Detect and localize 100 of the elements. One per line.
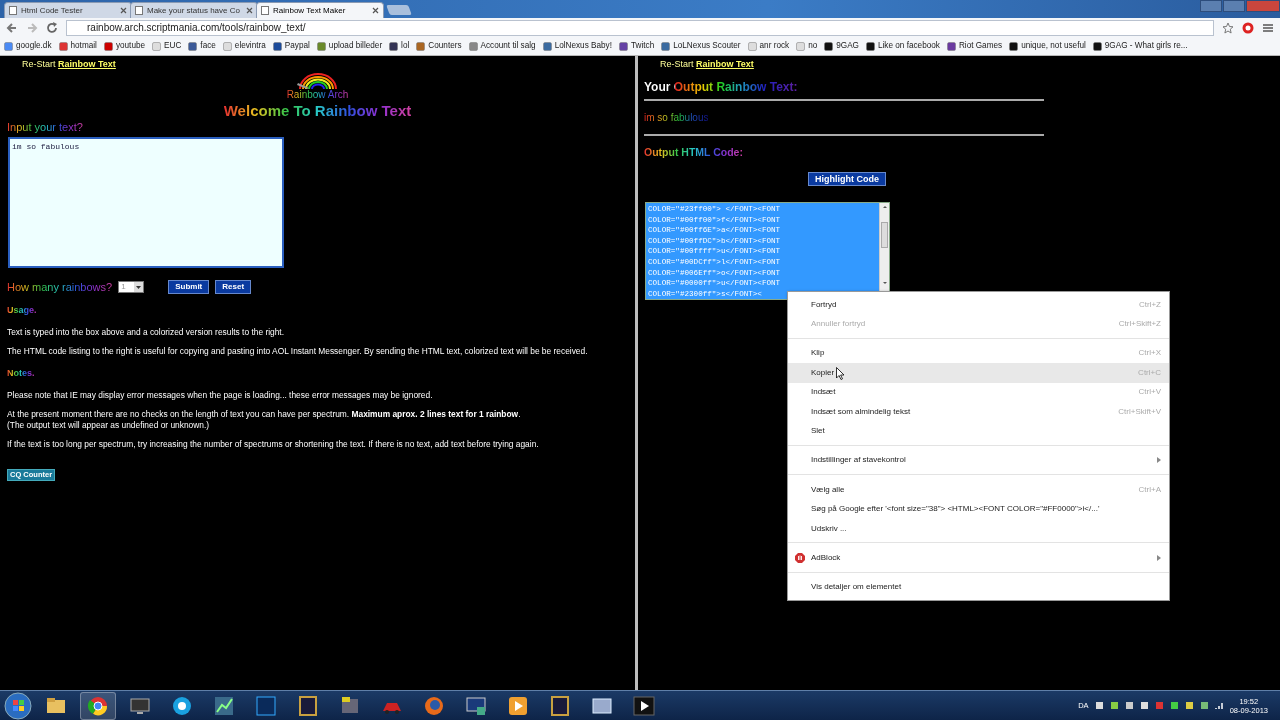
- browser-tab[interactable]: Make your status have Co: [130, 2, 258, 18]
- bookmark-icon: [222, 42, 232, 51]
- bookmark[interactable]: google.dk: [4, 40, 52, 53]
- bookmark-icon: [661, 42, 671, 51]
- screen-icon[interactable]: [465, 694, 487, 717]
- bookmark-icon: [4, 42, 13, 51]
- signal-icon[interactable]: [1214, 701, 1224, 710]
- bookmark-icon: [542, 42, 552, 51]
- bookmark-icon: [747, 42, 757, 51]
- bookmark-icon: [946, 42, 956, 51]
- bookmark[interactable]: Twitch: [619, 40, 655, 53]
- page-icon: [9, 6, 17, 15]
- player-icon[interactable]: [507, 694, 529, 717]
- logo-text: Rainbow Arch: [286, 89, 349, 100]
- bookmark-icon: [103, 42, 113, 51]
- code-heading: Output HTML Code:: [644, 146, 743, 159]
- bookmark-icon: [468, 42, 478, 51]
- bookmark[interactable]: face: [188, 40, 216, 53]
- new-tab-button[interactable]: [386, 5, 412, 15]
- chart-icon[interactable]: [213, 694, 235, 717]
- menu-item[interactable]: Søg på Google efter '<font size="38"> <HTML><FONT COLOR="#FF0000">i</...': [788, 499, 1169, 519]
- menu-item[interactable]: Vælg alle Ctrl+A: [788, 480, 1169, 500]
- cursor-icon: [836, 367, 845, 380]
- bookmark[interactable]: no: [796, 40, 818, 53]
- text-input[interactable]: im so fabulous: [8, 137, 284, 268]
- section-heading: Notes.: [7, 368, 35, 379]
- restart-label: Re-Start: [660, 59, 694, 69]
- menu-item[interactable]: Klip Ctrl+X: [788, 343, 1169, 364]
- shortcut-label: Ctrl+Z: [1139, 298, 1161, 311]
- bookmark[interactable]: LolNexus Baby!: [542, 40, 612, 53]
- bookmark[interactable]: Riot Games: [946, 40, 1003, 53]
- browser-icon[interactable]: [87, 694, 109, 717]
- bookmark-icon: [1092, 42, 1102, 51]
- close-icon[interactable]: [246, 7, 253, 14]
- browser-tab[interactable]: Rainbow Text Maker: [256, 2, 384, 18]
- address-field[interactable]: rainbow.arch.scriptmania.com/tools/rainbow_text/: [66, 20, 1214, 36]
- bookmark[interactable]: Account til salg: [468, 40, 536, 53]
- menu-item[interactable]: Slet: [788, 421, 1169, 441]
- back-icon[interactable]: [6, 22, 18, 34]
- menu-item[interactable]: Vis detaljer om elementet: [788, 577, 1169, 598]
- form-button[interactable]: Reset: [215, 280, 252, 294]
- shortcut-label: Ctrl+Skift+V: [1118, 405, 1161, 418]
- paragraph-text: Text is typed into the box above and a colorized version results to the right.: [7, 327, 285, 338]
- bookmark[interactable]: hotmail: [58, 40, 97, 53]
- start-button-icon[interactable]: [4, 691, 32, 720]
- form-button[interactable]: Submit: [168, 280, 210, 294]
- reload-icon[interactable]: [46, 22, 58, 34]
- menu-item[interactable]: Indsæt som almindelig tekst Ctrl+Skift+V: [788, 401, 1169, 422]
- bookmark-icon: [272, 42, 282, 51]
- stop-sign-icon: [795, 553, 805, 564]
- star-icon[interactable]: [1222, 22, 1234, 34]
- page-icon: [135, 6, 143, 15]
- menu-item[interactable]: Indstillinger af stavekontrol: [788, 450, 1169, 471]
- shortcut-label: Ctrl+Skift+Z: [1118, 318, 1161, 331]
- menu-item[interactable]: AdBlock: [788, 548, 1169, 568]
- bookmark[interactable]: Like on facebook: [866, 40, 940, 53]
- shortcut-label: Ctrl+A: [1138, 483, 1161, 496]
- bookmark-icon: [316, 42, 326, 51]
- extension-icon[interactable]: [1242, 22, 1254, 34]
- bookmark[interactable]: LoLNexus Scouter: [661, 40, 741, 53]
- bookmark-icon: [796, 42, 806, 51]
- menu-item[interactable]: Indsæt Ctrl+V: [788, 382, 1169, 402]
- bookmark-icon: [416, 42, 426, 51]
- bookmark[interactable]: unique, not useful: [1009, 40, 1086, 53]
- bookmark[interactable]: Counters: [416, 40, 462, 53]
- bookmark-icon: [389, 42, 399, 51]
- browser-tab[interactable]: Html Code Tester: [4, 2, 132, 18]
- restart-link[interactable]: Rainbow Text: [696, 59, 754, 69]
- highlight-button[interactable]: Highlight Code: [808, 172, 886, 186]
- restart-link[interactable]: Rainbow Text: [58, 59, 116, 69]
- paragraph-text: (The output text will appear as undefined or unknown.): [7, 420, 211, 431]
- play-icon[interactable]: [633, 694, 655, 717]
- close-icon[interactable]: [120, 7, 127, 14]
- menu-icon[interactable]: [1262, 22, 1274, 34]
- bookmark[interactable]: lol: [389, 40, 410, 53]
- bookmark[interactable]: EUC: [152, 40, 182, 53]
- bookmark[interactable]: upload billeder: [316, 40, 383, 53]
- input-label: Input your text?: [7, 121, 83, 133]
- shortcut-label: Ctrl+V: [1138, 386, 1161, 399]
- bookmark[interactable]: Paypal: [272, 40, 310, 53]
- bookmark[interactable]: 9GAG - What girls re...: [1092, 40, 1188, 53]
- paragraph-text: Please note that IE may display error messages when the page is loading... these error messages may be ignored.: [7, 390, 434, 401]
- paragraph-text: At the present moment there are no checks on the length of text you can have per spectrum. Maximum aprox. 2 lines text for 1 rainbow.: [7, 409, 522, 420]
- bookmark-icon: [866, 42, 875, 51]
- bookmark-icon: [619, 42, 628, 51]
- bookmark[interactable]: youtube: [103, 40, 146, 53]
- bookmark-icon: [58, 42, 68, 51]
- bookmark-icon: [1009, 42, 1019, 51]
- bookmark[interactable]: 9GAG: [824, 40, 859, 53]
- shortcut-label: Ctrl+X: [1138, 347, 1161, 360]
- bookmark[interactable]: anr rock: [747, 40, 790, 53]
- paragraph-text: If the text is too long per spectrum, try increasing the number of spectrums or shortening the text. If there is no text, add text before trying again.: [7, 439, 540, 450]
- caret-icon: [134, 282, 144, 292]
- taskbar-button[interactable]: [80, 691, 116, 720]
- close-icon[interactable]: [372, 7, 379, 14]
- bookmark[interactable]: elevintra: [222, 40, 266, 53]
- output-heading: Your Output Rainbow Text:: [644, 80, 798, 94]
- paragraph-text: The HTML code listing to the right is useful for copying and pasting into AOL Instant Messenger. By sending the HTML text, colorized text will be be received.: [7, 346, 589, 357]
- bookmark-icon: [152, 42, 162, 51]
- menu-item[interactable]: Udskriv ...: [788, 518, 1169, 539]
